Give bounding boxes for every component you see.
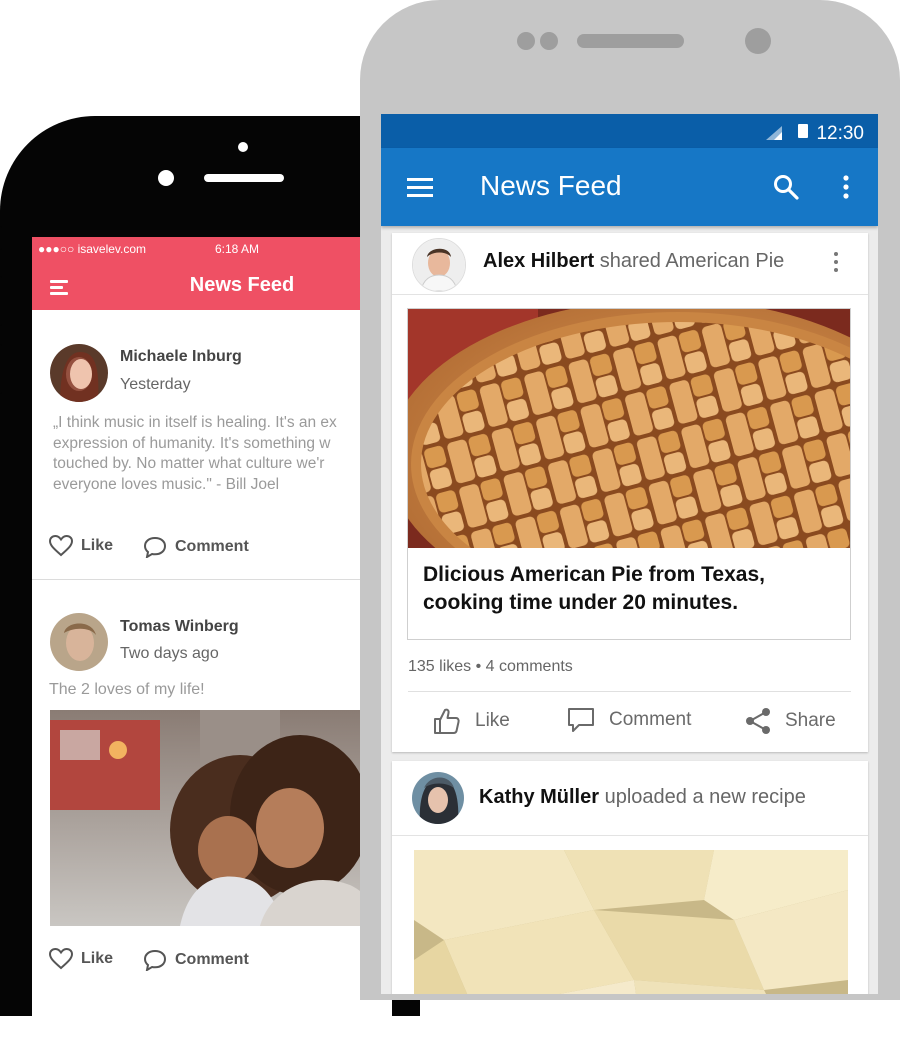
battery-icon: [798, 124, 808, 138]
post-photo[interactable]: [50, 710, 392, 926]
post-author[interactable]: Michaele Inburg: [120, 348, 242, 366]
comment-label: Comment: [175, 951, 249, 968]
iphone-volume-up: [0, 276, 2, 326]
share-icon: [746, 708, 770, 734]
iphone-front-camera: [158, 170, 174, 186]
post-text-line: „I think music in itself is healing. It'…: [53, 414, 337, 431]
avatar[interactable]: [50, 613, 108, 671]
comment-button[interactable]: Comment: [143, 949, 249, 971]
avatar[interactable]: [412, 238, 466, 292]
comment-bubble-icon: [143, 949, 167, 971]
post-caption: The 2 loves of my life!: [49, 681, 205, 698]
signal-icon: [766, 126, 782, 140]
card-author-line: Alex Hilbert shared American Pie: [483, 250, 784, 273]
status-time: 12:30: [816, 123, 864, 144]
card-verb: uploaded a new recipe: [604, 786, 806, 808]
share-label: Share: [785, 710, 836, 731]
heart-icon: [49, 948, 73, 970]
card-author[interactable]: Kathy Müller: [479, 786, 599, 808]
card-stats[interactable]: 135 likes • 4 comments: [408, 658, 573, 676]
android-sensor: [540, 32, 558, 50]
card-header: Alex Hilbert shared American Pie: [392, 233, 868, 295]
ios-status-bar: ●●●○○ isavelev.com 6:18 AM: [32, 237, 392, 261]
search-icon[interactable]: [773, 174, 799, 200]
post-author[interactable]: Tomas Winberg: [120, 618, 239, 636]
card-divider: [408, 691, 851, 692]
comment-bubble-icon: [143, 536, 167, 558]
card-author[interactable]: Alex Hilbert: [483, 250, 594, 272]
android-device: 12:30 News Feed Alex Hilbert shared Amer…: [360, 0, 900, 1000]
comment-button[interactable]: Comment: [567, 707, 691, 733]
post-text-line: expression of humanity. It's something w: [53, 434, 331, 452]
carrier-label: ●●●○○ isavelev.com: [38, 242, 147, 256]
post-divider: [32, 579, 392, 580]
post-text-line: touched by. No matter what culture we'r: [53, 455, 325, 472]
avatar[interactable]: [412, 772, 464, 824]
iphone-screen: ●●●○○ isavelev.com 6:18 AM News Feed Mic…: [32, 237, 392, 1037]
card-author-line: Kathy Müller uploaded a new recipe: [479, 786, 806, 809]
post-text-line: everyone loves music." - Bill Joel: [53, 475, 280, 493]
comment-button[interactable]: Comment: [143, 536, 249, 558]
feed-card: Kathy Müller uploaded a new recipe: [392, 761, 868, 994]
more-vert-icon[interactable]: [833, 251, 839, 273]
more-vert-icon[interactable]: [841, 174, 851, 200]
android-screen: 12:30 News Feed Alex Hilbert shared Amer…: [381, 114, 878, 994]
recipe-photo[interactable]: [414, 850, 848, 994]
android-speaker: [577, 34, 684, 48]
link-preview[interactable]: Dlicious American Pie from Texas, cookin…: [407, 308, 851, 640]
comment-label: Comment: [609, 709, 692, 730]
thumbs-up-icon: [434, 708, 460, 734]
like-label: Like: [81, 950, 114, 967]
android-status-bar: 12:30: [381, 114, 878, 148]
comment-icon: [568, 708, 594, 732]
heart-icon: [49, 535, 73, 557]
link-headline: Dlicious American Pie from Texas, cookin…: [423, 563, 765, 614]
page-title: News Feed: [480, 170, 622, 201]
iphone-earpiece: [204, 174, 284, 182]
post-text: „I think music in itself is healing. It'…: [53, 413, 337, 495]
ios-nav-bar: News Feed: [32, 261, 392, 310]
android-toolbar: News Feed: [381, 148, 878, 226]
iphone-volume-down: [0, 344, 2, 394]
share-button[interactable]: Share: [745, 707, 836, 735]
status-time: 6:18 AM: [215, 242, 260, 256]
like-button[interactable]: Like: [49, 535, 113, 557]
hamburger-icon[interactable]: [407, 178, 433, 202]
iphone-proximity-sensor: [238, 142, 248, 152]
page-title: News Feed: [189, 274, 295, 296]
feed-card: Alex Hilbert shared American Pie Dliciou…: [392, 233, 868, 752]
android-front-camera: [745, 28, 771, 54]
android-sensor: [517, 32, 535, 50]
post-time: Two days ago: [120, 645, 219, 662]
post-time: Yesterday: [120, 376, 191, 393]
iphone-mute-switch: [0, 226, 2, 250]
card-verb: shared American Pie: [599, 250, 785, 272]
like-label: Like: [475, 710, 510, 731]
iphone-device: ●●●○○ isavelev.com 6:18 AM News Feed Mic…: [0, 116, 420, 1037]
like-label: Like: [81, 537, 114, 554]
comment-label: Comment: [175, 538, 249, 555]
card-header: Kathy Müller uploaded a new recipe: [392, 761, 868, 836]
like-button[interactable]: Like: [49, 948, 113, 970]
like-button[interactable]: Like: [433, 707, 510, 735]
pie-photo: [408, 309, 850, 548]
avatar[interactable]: [50, 344, 108, 402]
